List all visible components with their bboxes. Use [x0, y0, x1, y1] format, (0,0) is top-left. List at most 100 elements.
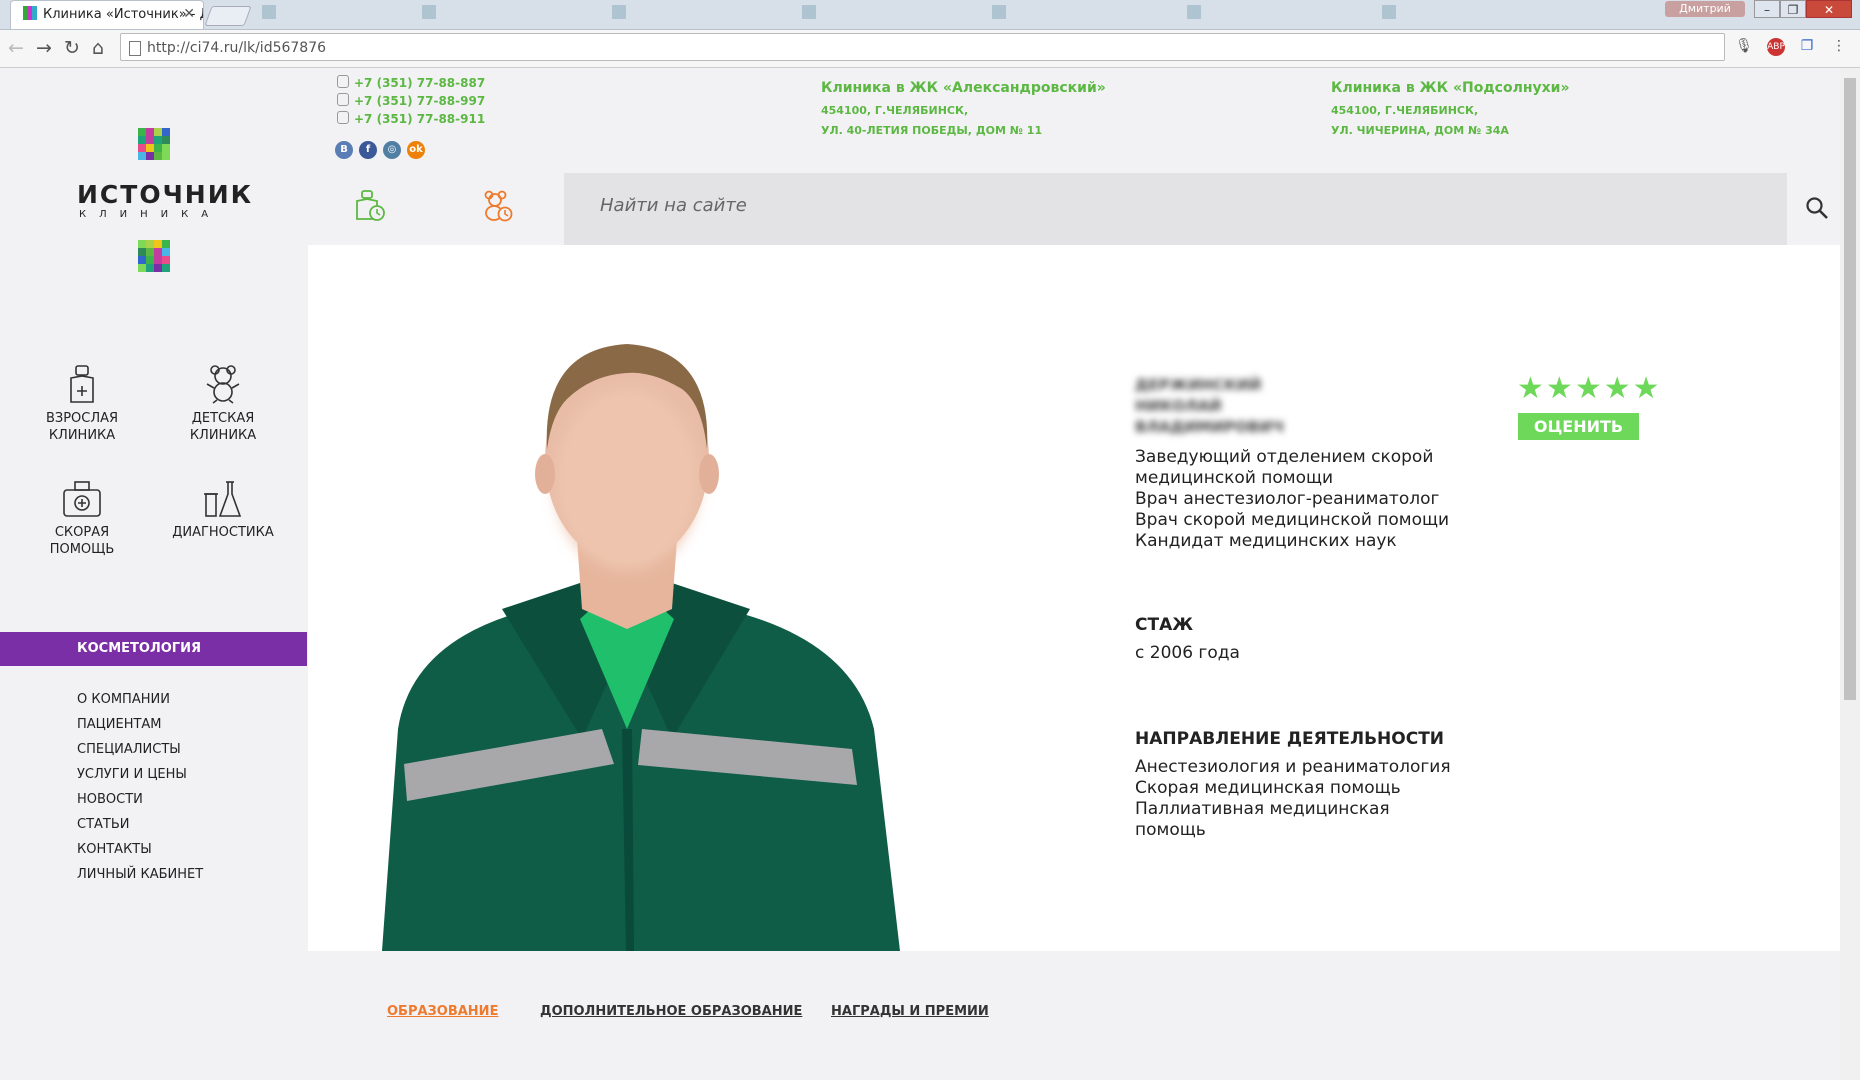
- clinic-street: УЛ. 40-ЛЕТИЯ ПОБЕДЫ, ДОМ № 11: [821, 124, 1043, 137]
- odnoklassniki-icon[interactable]: ok: [407, 141, 425, 159]
- browser-tab[interactable]: [1370, 0, 1550, 29]
- category-adult-clinic[interactable]: ВЗРОСЛАЯ КЛИНИКА: [12, 364, 152, 444]
- reload-icon[interactable]: ↻: [64, 37, 80, 59]
- browser-tab[interactable]: [1175, 0, 1350, 29]
- clinic-address-2[interactable]: Клиника в ЖК «Подсолнухи» 454100, Г.ЧЕЛЯ…: [1331, 80, 1570, 141]
- menu-item-articles[interactable]: СТАТЬИ: [77, 817, 203, 842]
- star-icon[interactable]: ★: [1575, 371, 1602, 406]
- mosaic-tile: [138, 152, 146, 160]
- clinic-title: Клиника в ЖК «Подсолнухи»: [1331, 80, 1570, 96]
- menu-icon[interactable]: ⋮: [1830, 38, 1848, 56]
- mosaic-tile: [162, 152, 170, 160]
- adult-clinic-icon: [70, 365, 94, 403]
- close-window-button[interactable]: ✕: [1806, 0, 1852, 18]
- mosaic-tile: [154, 256, 162, 264]
- menu-item-contacts[interactable]: КОНТАКТЫ: [77, 842, 203, 867]
- back-icon[interactable]: ←: [8, 37, 24, 59]
- menu-item-specialists[interactable]: СПЕЦИАЛИСТЫ: [77, 742, 203, 767]
- search-row: Найти на сайте: [308, 173, 1840, 245]
- home-icon[interactable]: ⌂: [92, 37, 104, 59]
- mosaic-tile: [146, 144, 154, 152]
- rating-stars[interactable]: ★★★★★: [1517, 374, 1662, 404]
- tab-additional-education[interactable]: ДОПОЛНИТЕЛЬНОЕ ОБРАЗОВАНИЕ: [540, 1004, 802, 1019]
- vk-icon[interactable]: В: [335, 141, 353, 159]
- menu-item-account[interactable]: ЛИЧНЫЙ КАБИНЕТ: [77, 867, 203, 892]
- category-ambulance[interactable]: СКОРАЯ ПОМОЩЬ: [12, 480, 152, 558]
- window-switch-icon[interactable]: ❐: [1798, 38, 1816, 56]
- menu-item-services[interactable]: УСЛУГИ И ЦЕНЫ: [77, 767, 203, 792]
- adblock-icon[interactable]: ABP: [1767, 38, 1785, 56]
- medkit-icon: [63, 481, 101, 517]
- main-menu: О КОМПАНИИ ПАЦИЕНТАМ СПЕЦИАЛИСТЫ УСЛУГИ …: [77, 692, 203, 892]
- forward-icon[interactable]: →: [36, 37, 52, 59]
- mosaic-tile: [138, 240, 146, 248]
- scrollbar-thumb[interactable]: [1844, 78, 1856, 700]
- star-icon[interactable]: ★: [1546, 371, 1573, 406]
- star-icon[interactable]: ★: [1604, 371, 1631, 406]
- logo-subtitle: КЛИНИКА: [79, 209, 222, 220]
- teddy-bear-icon: [206, 365, 240, 404]
- mosaic-tile: [154, 240, 162, 248]
- address-bar-row: ← → ↻ ⌂ http://ci74.ru/lk/id567876 🎙 ABP…: [0, 30, 1860, 68]
- phone-emergency[interactable]: +7 (351) 77-88-911: [337, 111, 485, 129]
- browser-tab[interactable]: [980, 0, 1150, 29]
- clinic-title: Клиника в ЖК «Александровский»: [821, 80, 1106, 96]
- doctor-photo: [382, 344, 900, 951]
- logo-mosaic-top[interactable]: [138, 128, 170, 160]
- minimize-button[interactable]: –: [1754, 0, 1780, 18]
- clinic-address-1[interactable]: Клиника в ЖК «Александровский» 454100, Г…: [821, 80, 1106, 141]
- mosaic-tile: [138, 264, 146, 272]
- experience-heading: СТАЖ: [1135, 615, 1194, 635]
- browser-user-button[interactable]: Дмитрий: [1665, 1, 1745, 17]
- menu-item-about[interactable]: О КОМПАНИИ: [77, 692, 203, 717]
- activity-heading: НАПРАВЛЕНИЕ ДЕЯТЕЛЬНОСТИ: [1135, 729, 1445, 749]
- mosaic-tile: [154, 248, 162, 256]
- mosaic-tile: [138, 144, 146, 152]
- mosaic-tile: [146, 248, 154, 256]
- maximize-button[interactable]: ❐: [1780, 0, 1806, 18]
- kids-clinic-orange-icon[interactable]: [480, 189, 514, 223]
- activity-list: Анестезиология и реаниматология Скорая м…: [1135, 757, 1451, 840]
- social-links: Вf ◎ ok: [335, 137, 431, 159]
- tab-awards[interactable]: НАГРАДЫ И ПРЕМИИ: [831, 1004, 989, 1019]
- clinic-street: УЛ. ЧИЧЕРИНА, ДОМ № 34А: [1331, 124, 1509, 137]
- browser-tab-active[interactable]: Клиника «Источник» - Д ✕: [10, 0, 204, 29]
- mosaic-tile: [162, 240, 170, 248]
- search-icon[interactable]: [1805, 196, 1829, 220]
- mosaic-tile: [162, 256, 170, 264]
- url-text: http://ci74.ru/lk/id567876: [147, 40, 327, 56]
- logo-name[interactable]: ИСТОЧНИК: [77, 180, 253, 209]
- mosaic-tile: [154, 144, 162, 152]
- mosaic-tile: [146, 240, 154, 248]
- url-field[interactable]: http://ci74.ru/lk/id567876: [120, 33, 1725, 61]
- phone-kids[interactable]: +7 (351) 77-88-997: [337, 93, 485, 111]
- rate-button[interactable]: ОЦЕНИТЬ: [1518, 413, 1639, 440]
- facebook-icon[interactable]: f: [359, 141, 377, 159]
- phone-adult[interactable]: +7 (351) 77-88-887: [337, 75, 485, 93]
- doctor-profile: ДЕРЖИНСКИЙ НИКОЛАЙ ВЛАДИМИРОВИЧ Заведующ…: [308, 245, 1840, 951]
- new-tab-button[interactable]: [204, 6, 252, 26]
- browser-tab-bar: Клиника «Источник» - Д ✕ Дмитрий – ❐ ✕: [0, 0, 1860, 30]
- menu-item-news[interactable]: НОВОСТИ: [77, 792, 203, 817]
- browser-tab[interactable]: [250, 0, 400, 29]
- close-tab-icon[interactable]: ✕: [183, 6, 195, 22]
- category-diagnostics[interactable]: ДИАГНОСТИКА: [153, 480, 293, 541]
- menu-item-patients[interactable]: ПАЦИЕНТАМ: [77, 717, 203, 742]
- mosaic-tile: [154, 136, 162, 144]
- tab-education[interactable]: ОБРАЗОВАНИЕ: [387, 1004, 498, 1019]
- browser-tab[interactable]: [790, 0, 960, 29]
- star-icon[interactable]: ★: [1517, 371, 1544, 406]
- page-scrollbar[interactable]: [1840, 68, 1860, 1080]
- adult-clinic-green-icon[interactable]: [353, 189, 387, 223]
- microphone-icon[interactable]: 🎙: [1735, 38, 1753, 56]
- menu-cosmetology[interactable]: КОСМЕТОЛОГИЯ: [0, 632, 307, 666]
- logo-mosaic-bottom[interactable]: [138, 240, 170, 272]
- browser-tab[interactable]: [600, 0, 770, 29]
- search-input[interactable]: Найти на сайте: [564, 173, 1787, 245]
- category-kids-clinic[interactable]: ДЕТСКАЯ КЛИНИКА: [153, 364, 293, 444]
- browser-tab[interactable]: [410, 0, 580, 29]
- mosaic-tile: [146, 264, 154, 272]
- instagram-icon[interactable]: ◎: [383, 141, 401, 159]
- mosaic-tile: [138, 256, 146, 264]
- star-icon[interactable]: ★: [1633, 371, 1660, 406]
